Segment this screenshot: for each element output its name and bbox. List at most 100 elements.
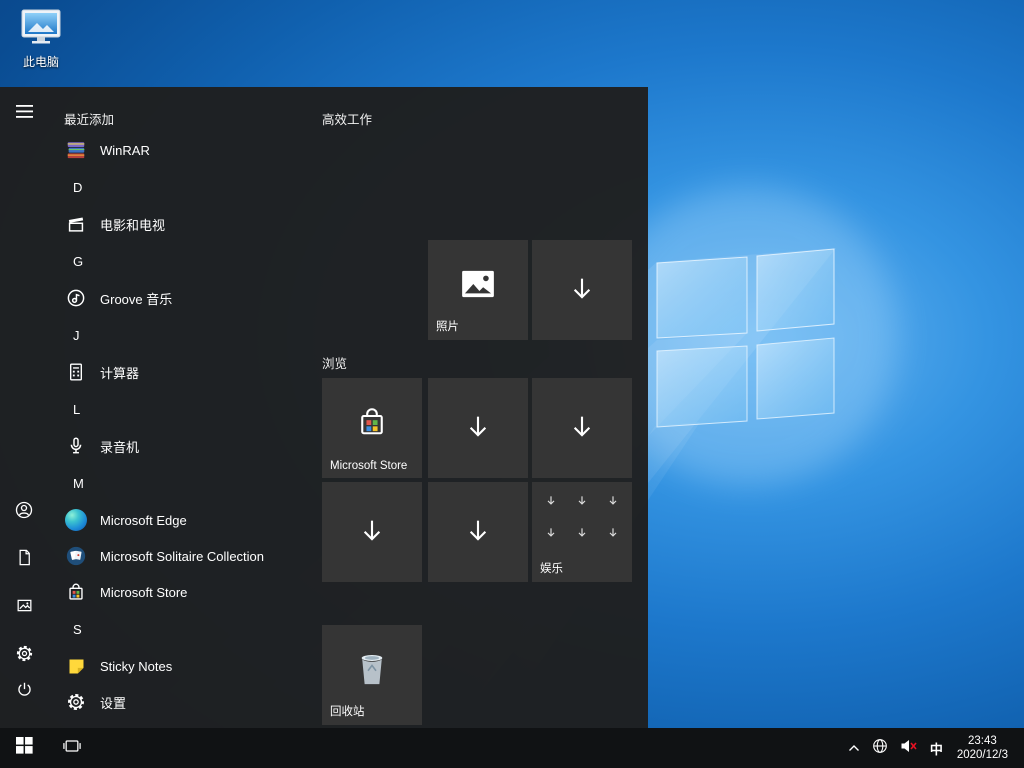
- app-item-movies-tv[interactable]: 电影和电视: [48, 206, 312, 242]
- app-item-label: 录音机: [100, 437, 139, 456]
- network-status-button[interactable]: [866, 728, 894, 768]
- app-section-j[interactable]: J: [48, 316, 312, 354]
- windows-logo-icon: [16, 737, 33, 759]
- download-arrow-icon: [544, 494, 558, 508]
- tile-folder-entertainment[interactable]: 娱乐: [532, 482, 632, 582]
- pictures-icon: [15, 596, 34, 620]
- tile-label: Microsoft Store: [330, 460, 407, 472]
- app-item-label: 设置: [100, 693, 126, 712]
- taskbar-clock[interactable]: 23:43 2020/12/3: [949, 728, 1016, 768]
- menu-expand-button[interactable]: [0, 92, 48, 136]
- tile-downloading-4[interactable]: [322, 482, 422, 582]
- app-item-settings[interactable]: 设置: [48, 684, 312, 720]
- app-section-d[interactable]: D: [48, 168, 312, 206]
- app-section-s[interactable]: S: [48, 610, 312, 648]
- pictures-button[interactable]: [0, 586, 48, 630]
- download-arrow-icon: [565, 411, 599, 445]
- tile-group-productivity[interactable]: 高效工作: [322, 109, 372, 128]
- download-arrow-icon: [606, 526, 620, 540]
- tile-group-explore[interactable]: 浏览: [322, 353, 347, 372]
- this-pc-icon: [20, 8, 62, 51]
- app-item-label: Microsoft Edge: [100, 513, 187, 528]
- tile-label: 回收站: [330, 703, 365, 719]
- recently-added-header: 最近添加: [64, 109, 312, 128]
- globe-network-icon: [872, 738, 888, 759]
- app-item-label: 计算器: [100, 363, 139, 382]
- groove-music-icon: [64, 286, 88, 310]
- app-item-label: Microsoft Store: [100, 585, 187, 600]
- app-section-w[interactable]: W: [48, 720, 312, 728]
- microphone-icon: [64, 434, 88, 458]
- download-arrow-icon: [461, 515, 495, 549]
- app-item-calculator[interactable]: 计算器: [48, 354, 312, 390]
- start-button[interactable]: [0, 728, 48, 768]
- app-section-m[interactable]: M: [48, 464, 312, 502]
- power-icon: [15, 680, 34, 704]
- app-item-voice-recorder[interactable]: 录音机: [48, 428, 312, 464]
- app-section-l[interactable]: L: [48, 390, 312, 428]
- hamburger-icon: [16, 105, 33, 123]
- store-bag-icon: [354, 404, 390, 440]
- tile-downloading-3[interactable]: [532, 378, 632, 478]
- tile-photos[interactable]: 照片: [428, 240, 528, 340]
- movies-tv-icon: [64, 212, 88, 236]
- tile-microsoft-store[interactable]: Microsoft Store: [322, 378, 422, 478]
- app-item-groove-music[interactable]: Groove 音乐: [48, 280, 312, 316]
- tile-recycle-bin[interactable]: 回收站: [322, 625, 422, 725]
- app-item-sticky-notes[interactable]: Sticky Notes: [48, 648, 312, 684]
- section-letter: J: [73, 328, 80, 343]
- task-view-button[interactable]: [48, 728, 96, 768]
- download-arrow-icon: [606, 494, 620, 508]
- ime-indicator[interactable]: 中: [924, 728, 949, 768]
- volume-muted-button[interactable]: [894, 728, 924, 768]
- desktop-icon-this-pc[interactable]: 此电脑: [12, 8, 70, 70]
- system-tray: 中 23:43 2020/12/3: [842, 728, 1024, 768]
- download-arrow-icon: [575, 494, 589, 508]
- desktop-icon-label: 此电脑: [23, 53, 59, 70]
- app-section-g[interactable]: G: [48, 242, 312, 280]
- tile-label: 娱乐: [540, 560, 563, 576]
- section-letter: D: [73, 180, 82, 195]
- download-arrow-icon: [544, 526, 558, 540]
- settings-gear-icon: [64, 690, 88, 714]
- clock-time: 23:43: [968, 734, 997, 748]
- tile-downloading-5[interactable]: [428, 482, 528, 582]
- taskbar: 中 23:43 2020/12/3: [0, 728, 1024, 768]
- clock-date: 2020/12/3: [957, 748, 1008, 762]
- start-app-list: 最近添加 WinRAR D: [48, 87, 312, 728]
- power-button[interactable]: [0, 670, 48, 714]
- winrar-icon: [64, 138, 88, 162]
- download-arrow-icon: [461, 411, 495, 445]
- documents-button[interactable]: [0, 538, 48, 582]
- start-menu-rail: [0, 87, 48, 728]
- show-hidden-icons-button[interactable]: [842, 728, 866, 768]
- section-letter: L: [73, 402, 80, 417]
- app-item-label: WinRAR: [100, 143, 150, 158]
- solitaire-icon: [64, 544, 88, 568]
- section-letter: S: [73, 622, 82, 637]
- gear-icon: [15, 644, 34, 668]
- download-arrow-icon: [565, 273, 599, 307]
- app-item-microsoft-store[interactable]: Microsoft Store: [48, 574, 312, 610]
- chevron-up-icon: [848, 739, 860, 757]
- user-icon: [14, 500, 34, 525]
- app-item-winrar[interactable]: WinRAR: [48, 132, 312, 168]
- tile-downloading-2[interactable]: [428, 378, 528, 478]
- tile-downloading-1[interactable]: [532, 240, 632, 340]
- store-icon: [64, 580, 88, 604]
- app-item-label: Microsoft Solitaire Collection: [100, 549, 264, 564]
- tile-label: 照片: [436, 318, 459, 334]
- app-item-label: Groove 音乐: [100, 289, 172, 308]
- recycle-bin-icon: [356, 651, 388, 687]
- section-letter: G: [73, 254, 83, 269]
- app-item-microsoft-edge[interactable]: Microsoft Edge: [48, 502, 312, 538]
- document-icon: [15, 548, 34, 572]
- photos-icon: [461, 270, 495, 298]
- sticky-notes-icon: [64, 654, 88, 678]
- app-item-solitaire[interactable]: Microsoft Solitaire Collection: [48, 538, 312, 574]
- calculator-icon: [64, 360, 88, 384]
- start-menu: 最近添加 WinRAR D: [0, 87, 648, 728]
- section-letter: M: [73, 476, 84, 491]
- user-account-button[interactable]: [0, 490, 48, 534]
- app-item-label: Sticky Notes: [100, 659, 172, 674]
